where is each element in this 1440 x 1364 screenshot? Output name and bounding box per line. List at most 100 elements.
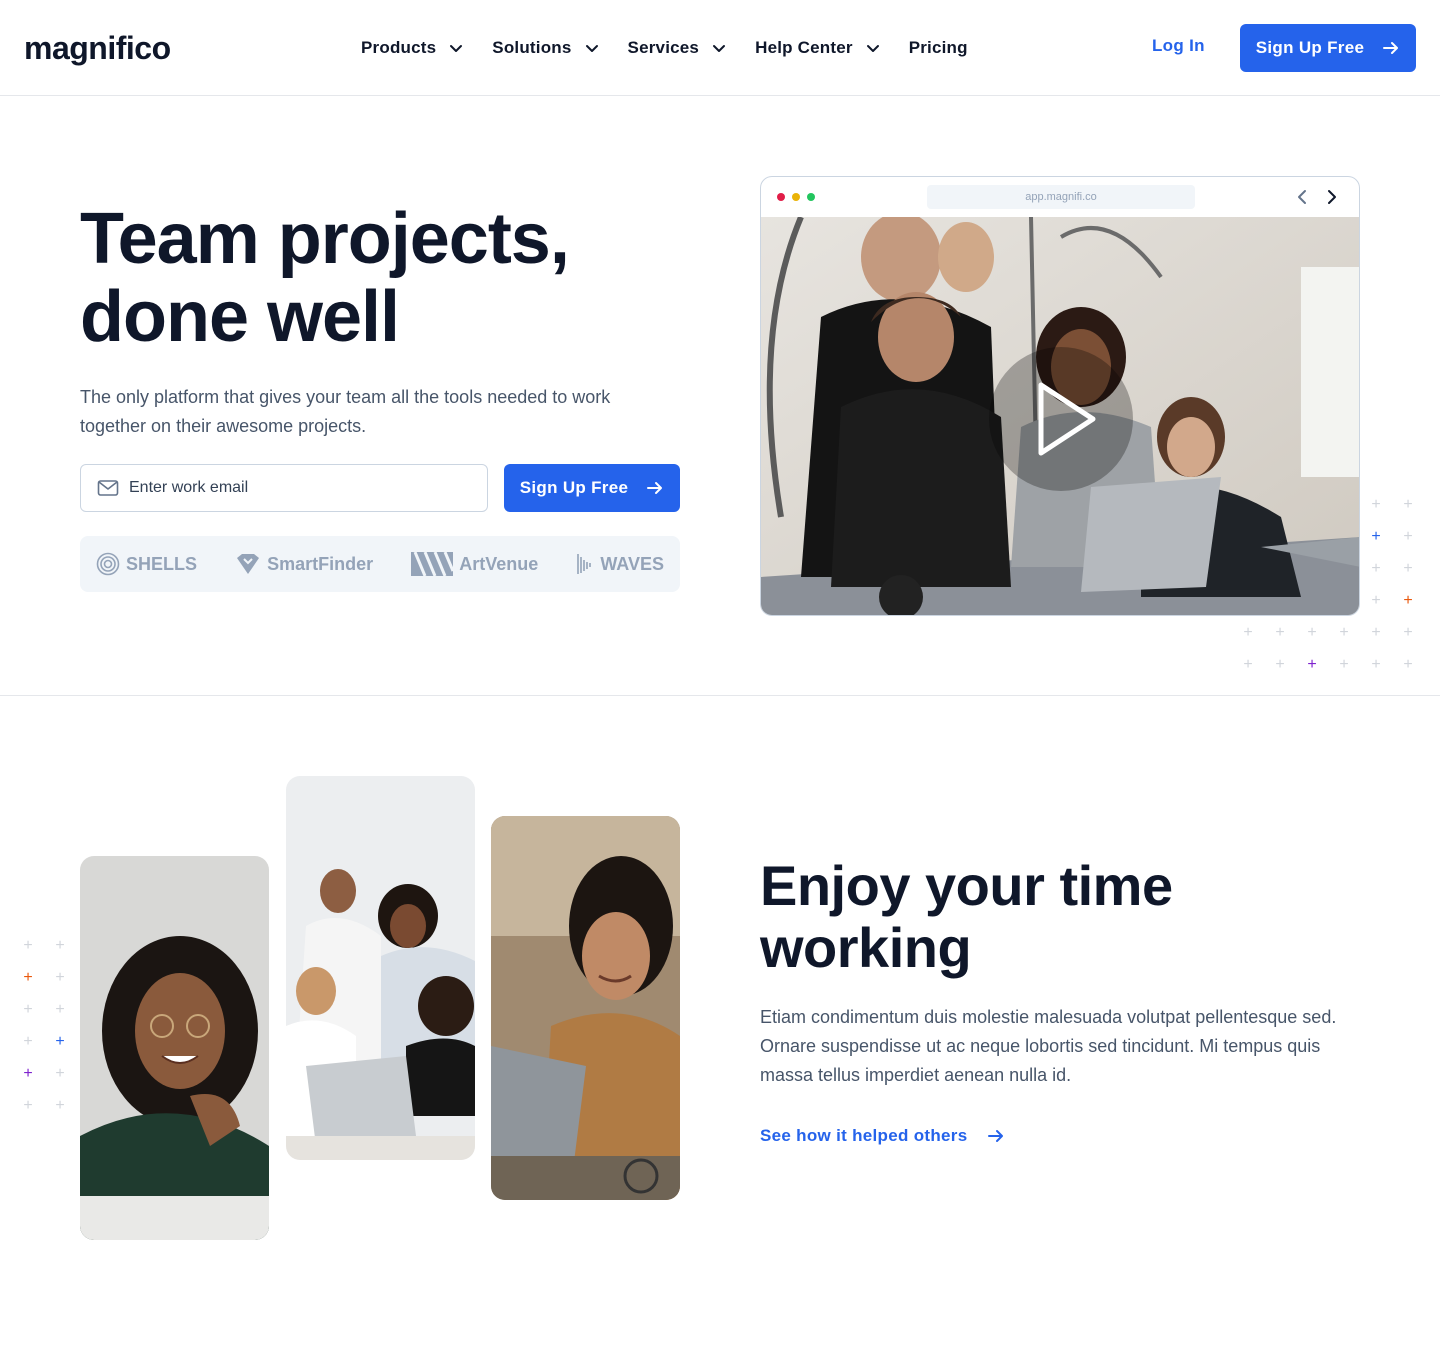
partner-logo-waves: WAVES — [576, 552, 664, 576]
plus-icon: + — [1339, 624, 1349, 641]
plus-icon: + — [23, 937, 33, 954]
nav-item-label: Solutions — [492, 38, 572, 57]
window-dot-yellow — [792, 193, 800, 201]
plus-icon: + — [1371, 528, 1381, 545]
window-dot-green — [807, 193, 815, 201]
window-dot-red — [777, 193, 785, 201]
chevron-down-icon — [585, 45, 598, 52]
plus-icon: + — [23, 1033, 33, 1050]
plus-icon: + — [1243, 624, 1253, 641]
mail-icon — [97, 480, 119, 496]
plus-icon: + — [23, 1001, 33, 1018]
plus-icon: + — [55, 1065, 65, 1082]
feature-title-line-1: Enjoy your time — [760, 854, 1173, 917]
woman-laptop-photo — [491, 816, 680, 1200]
photo-tile-woman-laptop — [491, 816, 680, 1200]
see-how-link[interactable]: See how it helped others — [760, 1126, 1005, 1146]
nav-item-solutions[interactable]: Solutions — [492, 38, 599, 58]
partner-logos: SHELLS SmartFinder ArtVenue WAVES — [80, 536, 680, 592]
team-video-thumbnail[interactable] — [761, 217, 1359, 615]
see-how-link-label: See how it helped others — [760, 1126, 968, 1145]
feature-body: Etiam condimentum duis molestie malesuad… — [760, 1007, 1337, 1085]
plus-icon: + — [1339, 656, 1349, 673]
partner-logo-text: WAVES — [600, 553, 664, 574]
woman-smiling-photo — [80, 856, 269, 1240]
partner-logo-smartfinder: SmartFinder — [235, 552, 373, 576]
email-field[interactable] — [80, 464, 488, 512]
nav-item-label: Services — [627, 38, 700, 57]
shell-spiral-icon — [96, 552, 120, 576]
plus-icon: + — [1403, 656, 1413, 673]
address-bar: app.magnifi.co — [927, 185, 1195, 209]
plus-icon: + — [1403, 528, 1413, 545]
feature-title: Enjoy your time working — [760, 855, 1360, 979]
plus-icon: + — [1403, 560, 1413, 577]
team-laptop-photo — [286, 776, 475, 1160]
plus-icon: + — [55, 1033, 65, 1050]
waveform-icon — [577, 554, 592, 574]
nav-item-label: Products — [361, 38, 437, 57]
nav-item-label: Help Center — [755, 38, 853, 57]
signup-button-label: Sign Up Free — [519, 478, 629, 497]
header-signup-button[interactable]: Sign Up Free — [1240, 24, 1416, 72]
arrow-right-icon — [647, 482, 663, 494]
nav-item-products[interactable]: Products — [361, 38, 464, 58]
chevron-left-icon[interactable] — [1293, 187, 1313, 207]
plus-icon: + — [1275, 624, 1285, 641]
email-input[interactable] — [129, 479, 449, 497]
plus-icon: + — [1371, 560, 1381, 577]
artvenue-mark-icon — [411, 552, 454, 576]
plus-icon: + — [55, 1001, 65, 1018]
browser-toolbar: app.magnifi.co — [761, 177, 1359, 217]
plus-icon: + — [1371, 592, 1381, 609]
partner-logo-artvenue: ArtVenue — [411, 552, 538, 576]
partner-logo-text: SmartFinder — [267, 553, 374, 574]
plus-icon: + — [1403, 496, 1413, 513]
nav-item-help-center[interactable]: Help Center — [755, 38, 881, 58]
main-nav: Products Solutions Services Help Center … — [361, 34, 968, 62]
plus-icon: + — [23, 1065, 33, 1082]
app-preview-window: app.magnifi.co — [760, 176, 1360, 616]
hero-title: Team projects, done well — [80, 200, 700, 356]
partner-logo-shells: SHELLS — [96, 552, 197, 576]
plus-icon: + — [1307, 624, 1317, 641]
feature-title-line-2: working — [760, 916, 972, 979]
plus-icon: + — [55, 969, 65, 986]
play-button[interactable] — [989, 347, 1133, 491]
nav-item-services[interactable]: Services — [628, 38, 728, 58]
photo-tile-woman-smiling — [80, 856, 269, 1240]
chevron-down-icon — [450, 45, 463, 52]
brand-logo[interactable]: magnifico — [24, 28, 171, 68]
nav-item-label: Pricing — [908, 38, 968, 57]
login-link[interactable]: Log In — [1152, 36, 1205, 56]
plus-icon: + — [1371, 496, 1381, 513]
hero-title-line-2: done well — [80, 277, 400, 357]
diamond-heart-icon — [237, 554, 260, 574]
plus-icon: + — [1307, 656, 1317, 673]
plus-icon: + — [23, 969, 33, 986]
hero-signup-button[interactable]: Sign Up Free — [504, 464, 680, 512]
chevron-down-icon — [713, 45, 726, 52]
site-header: magnifico Products Solutions Services He… — [0, 0, 1440, 96]
plus-icon: + — [1371, 656, 1381, 673]
plus-icon: + — [1275, 656, 1285, 673]
plus-icon: + — [55, 1097, 65, 1114]
partner-logo-text: ArtVenue — [459, 553, 539, 574]
section-divider — [0, 695, 1440, 696]
plus-icon: + — [23, 1097, 33, 1114]
play-icon — [1038, 382, 1096, 456]
signup-button-label: Sign Up Free — [1255, 38, 1365, 57]
hero-subtitle: The only platform that gives your team a… — [80, 387, 611, 436]
chevron-right-icon[interactable] — [1321, 187, 1341, 207]
chevron-down-icon — [866, 45, 879, 52]
nav-item-pricing[interactable]: Pricing — [909, 38, 968, 58]
partner-logo-text: SHELLS — [126, 553, 198, 574]
photo-tile-team-laptop — [286, 776, 475, 1160]
arrow-right-icon — [988, 1130, 1004, 1142]
plus-icon: + — [1403, 592, 1413, 609]
plus-icon: + — [1243, 656, 1253, 673]
plus-icon: + — [1371, 624, 1381, 641]
hero-title-line-1: Team projects, — [80, 199, 570, 279]
plus-icon: + — [55, 937, 65, 954]
plus-icon: + — [1403, 624, 1413, 641]
